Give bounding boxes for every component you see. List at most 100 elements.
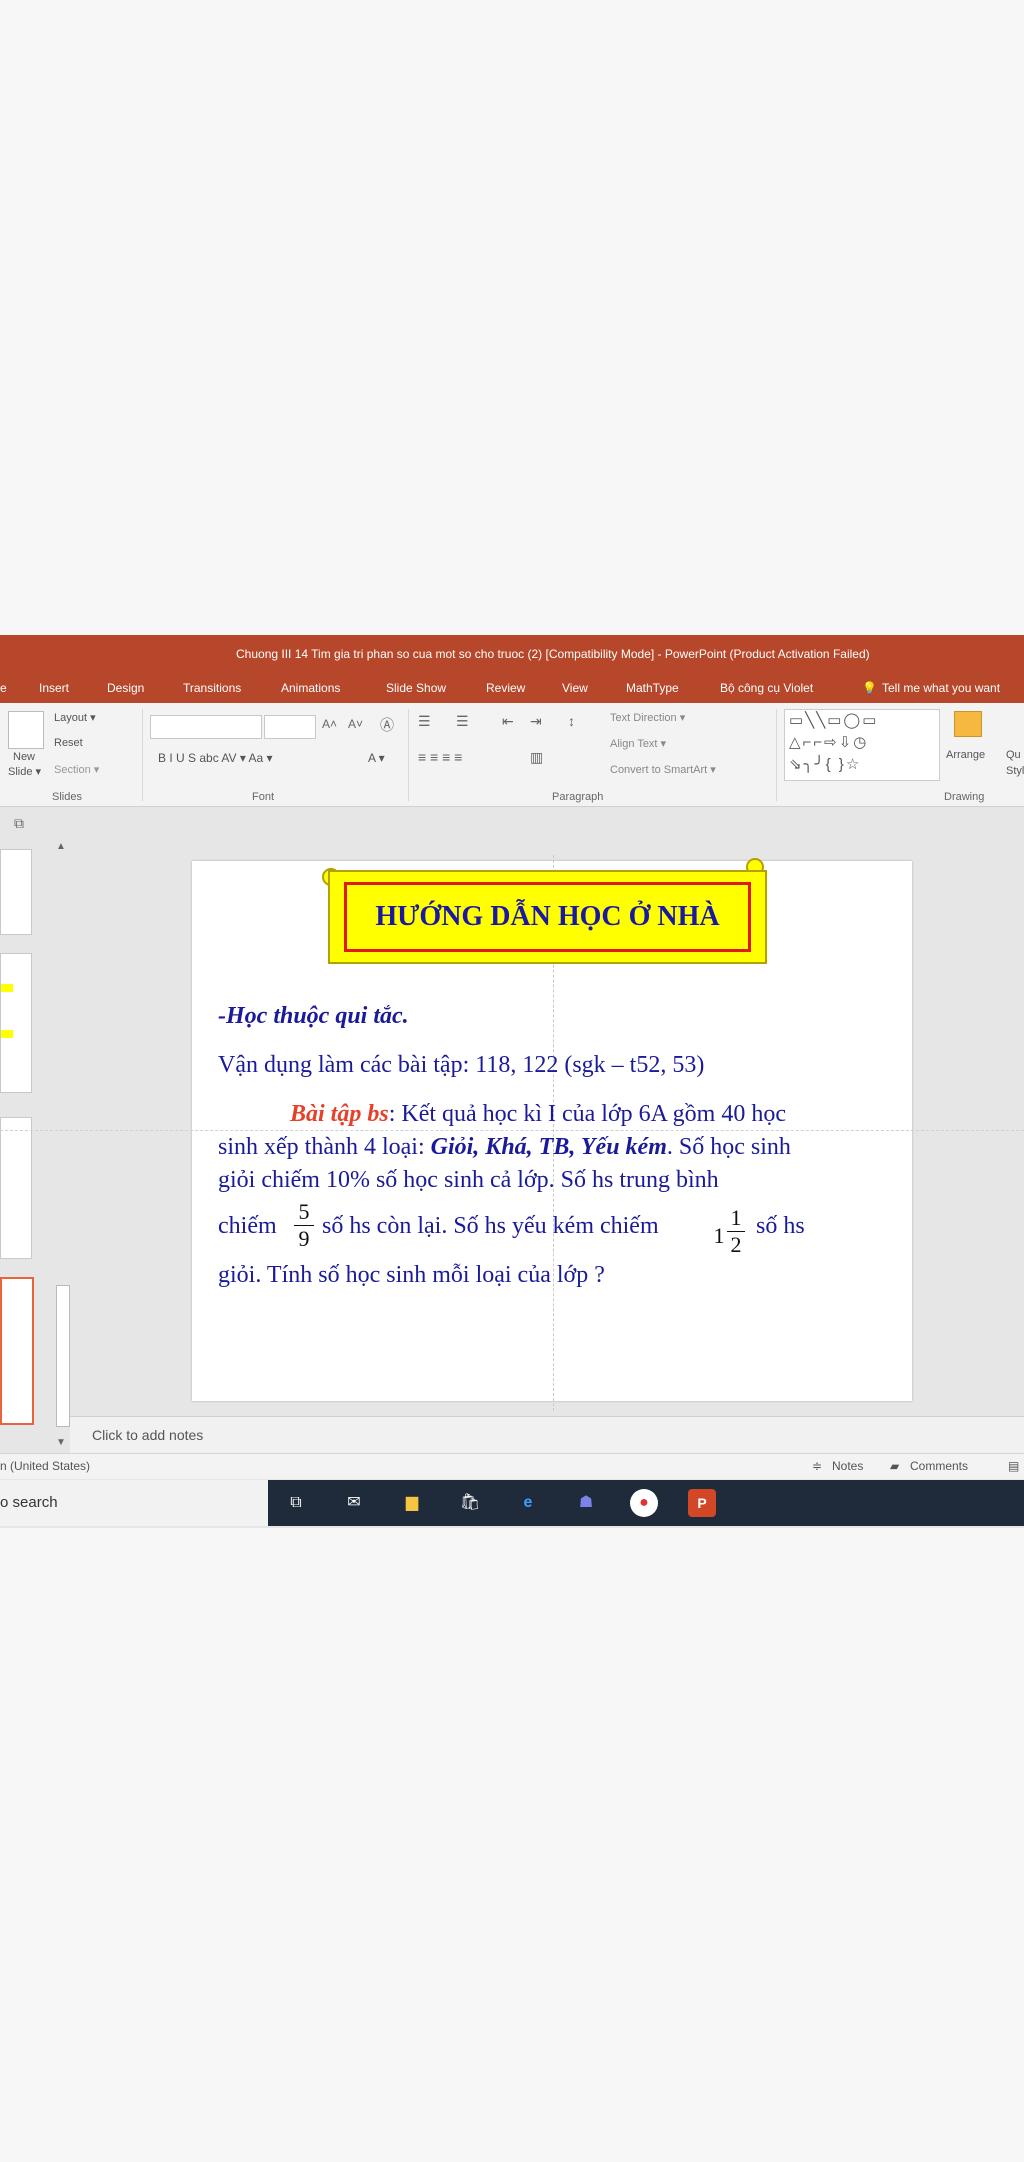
notes-button[interactable]: Notes <box>832 1459 863 1473</box>
window-title: Chuong III 14 Tim gia tri phan so cua mo… <box>236 647 870 661</box>
frac2-den: 2 <box>730 1232 742 1257</box>
numbering-icon[interactable]: ☰ <box>456 713 469 730</box>
slide-line-6b: số hs còn lại. Số hs yếu kém chiếm <box>322 1213 659 1239</box>
ribbon-tabs: e Insert Design Transitions Animations S… <box>0 673 1024 703</box>
tab-animations[interactable]: Animations <box>281 681 340 695</box>
slides-group-label: Slides <box>52 791 82 803</box>
arrange-button[interactable]: Arrange <box>946 749 985 761</box>
new-slide-label[interactable]: New <box>13 751 35 763</box>
slide-line-exercises: Vận dụng làm các bài tập: 118, 122 (sgk … <box>218 1052 705 1078</box>
scroll-down-icon[interactable]: ▼ <box>56 1437 66 1448</box>
font-color-button[interactable]: A ▾ <box>368 751 385 765</box>
tab-file[interactable]: e <box>0 681 7 695</box>
tell-me-search[interactable]: Tell me what you want <box>882 681 1000 695</box>
slide-line-4: sinh xếp thành 4 loại: Giỏi, Khá, TB, Yế… <box>218 1134 791 1161</box>
grow-font-icon[interactable]: A˄ <box>322 717 337 731</box>
search-text: o search <box>0 1494 58 1511</box>
tab-view[interactable]: View <box>562 681 588 695</box>
title-bar: Chuong III 14 Tim gia tri phan so cua mo… <box>0 635 1024 673</box>
quick-styles-button-2[interactable]: Styl <box>1006 765 1024 777</box>
slide-thumbnail[interactable] <box>0 1117 32 1259</box>
quick-styles-button[interactable]: Qu <box>1006 749 1021 761</box>
powerpoint-icon[interactable]: P <box>688 1489 716 1517</box>
fraction-5-9: 59 <box>294 1199 314 1252</box>
reset-button[interactable]: Reset <box>54 737 83 749</box>
normal-view-icon[interactable]: ▤ <box>1008 1459 1019 1473</box>
tab-insert[interactable]: Insert <box>39 681 69 695</box>
slide-line-5: giỏi chiếm 10% số học sinh cả lớp. Số hs… <box>218 1167 719 1193</box>
slide-thumbnail[interactable] <box>0 953 32 1093</box>
taskbar-search[interactable]: o search <box>0 1480 268 1526</box>
slide-line-bt: Bài tập bs: Kết quả học kì I của lớp 6A … <box>290 1101 786 1128</box>
clear-format-icon[interactable]: Ⓐ <box>380 715 394 735</box>
new-slide-label-2[interactable]: Slide ▾ <box>8 765 41 778</box>
thumbnail-toggle-icon[interactable]: ⧉ <box>14 815 24 832</box>
line4-bold: Giỏi, Khá, TB, Yếu kém <box>430 1134 667 1160</box>
font-format-buttons[interactable]: B I U S abc AV ▾ Aa ▾ <box>158 751 273 765</box>
notes-placeholder: Click to add notes <box>92 1427 204 1443</box>
layout-button[interactable]: Layout ▾ <box>54 711 96 724</box>
language-status[interactable]: n (United States) <box>0 1459 90 1473</box>
align-icons[interactable]: ≡ ≡ ≡ ≡ <box>418 749 462 765</box>
section-button[interactable]: Section ▾ <box>54 763 99 776</box>
group-divider <box>776 709 777 801</box>
store-icon[interactable]: 🛍 <box>456 1489 484 1517</box>
slide-thumbnail[interactable] <box>0 849 32 935</box>
convert-smartart-button[interactable]: Convert to SmartArt ▾ <box>610 763 716 776</box>
notes-pane[interactable]: Click to add notes <box>70 1416 1024 1453</box>
slide-thumbnails-pane: ⧉ <box>0 807 62 1447</box>
fraction-1-2: 12 <box>727 1205 745 1258</box>
slide-title: HƯỚNG DẪN HỌC Ở NHÀ <box>344 882 751 952</box>
windows-taskbar: o search ⧉ ✉ ▆ 🛍 e ☗ ● P <box>0 1480 1024 1526</box>
group-divider <box>142 709 143 801</box>
outdent-icon[interactable]: ⇥ <box>530 713 542 730</box>
line4-end: . Số học sinh <box>666 1134 791 1160</box>
font-size-dropdown[interactable] <box>264 715 316 739</box>
group-divider <box>408 709 409 801</box>
title-banner[interactable]: HƯỚNG DẪN HỌC Ở NHÀ <box>328 870 767 964</box>
font-group-label: Font <box>252 791 275 803</box>
indent-icon[interactable]: ⇤ <box>502 713 514 730</box>
tab-violet[interactable]: Bộ công cụ Violet <box>720 681 813 695</box>
bt-text: : Kết quả học kì I của lớp 6A gồm 40 học <box>388 1101 786 1127</box>
text-direction-button[interactable]: Text Direction ▾ <box>610 711 685 724</box>
scrollbar-thumb[interactable] <box>56 1285 70 1427</box>
frac1-den: 9 <box>298 1226 310 1251</box>
ribbon: New Slide ▾ Layout ▾ Reset Section ▾ Sli… <box>0 703 1024 807</box>
arrange-icon[interactable] <box>954 711 982 737</box>
align-text-button[interactable]: Align Text ▾ <box>610 737 666 750</box>
teams-icon[interactable]: ☗ <box>572 1489 600 1517</box>
scroll-up-icon[interactable]: ▲ <box>56 841 66 852</box>
tab-slide-show[interactable]: Slide Show <box>386 681 446 695</box>
mixed-whole: 1 <box>713 1223 725 1248</box>
comments-icon[interactable]: ▰ <box>890 1459 899 1473</box>
edge-icon[interactable]: e <box>514 1489 542 1517</box>
slide-line-6c: số hs <box>756 1213 805 1239</box>
bullets-icon[interactable]: ☰ <box>418 713 431 730</box>
tab-design[interactable]: Design <box>107 681 144 695</box>
lightbulb-icon: 💡 <box>862 681 877 695</box>
tab-review[interactable]: Review <box>486 681 525 695</box>
shapes-gallery[interactable]: ▭╲╲▭◯▭ △⌐⌐⇨⇩◷ ⇘╮╯{ }☆ <box>784 709 940 781</box>
frac2-num: 1 <box>730 1205 742 1230</box>
paragraph-group-label: Paragraph <box>552 791 604 803</box>
columns-icon[interactable]: ▥ <box>530 749 543 766</box>
mail-icon[interactable]: ✉ <box>340 1489 368 1517</box>
tab-mathtype[interactable]: MathType <box>626 681 679 695</box>
chrome-icon[interactable]: ● <box>630 1489 658 1517</box>
shrink-font-icon[interactable]: A˅ <box>348 717 363 731</box>
frac1-num: 5 <box>298 1199 310 1224</box>
file-explorer-icon[interactable]: ▆ <box>398 1489 426 1517</box>
font-name-dropdown[interactable] <box>150 715 262 739</box>
tab-transitions[interactable]: Transitions <box>183 681 241 695</box>
comments-button[interactable]: Comments <box>910 1459 968 1473</box>
new-slide-icon[interactable] <box>8 711 44 749</box>
slide-line-rule: -Học thuộc qui tắc. <box>218 1003 409 1029</box>
line-spacing-icon[interactable]: ↕ <box>568 713 575 729</box>
slide-line-6a: chiếm <box>218 1213 277 1239</box>
slide-thumbnail-selected[interactable] <box>0 1277 34 1425</box>
task-view-icon[interactable]: ⧉ <box>282 1489 310 1517</box>
thumbnail-scrollbar[interactable]: ▲ ▼ <box>54 841 70 1450</box>
horizontal-guide <box>0 1130 1024 1131</box>
notes-icon[interactable]: ≑ <box>812 1459 822 1473</box>
